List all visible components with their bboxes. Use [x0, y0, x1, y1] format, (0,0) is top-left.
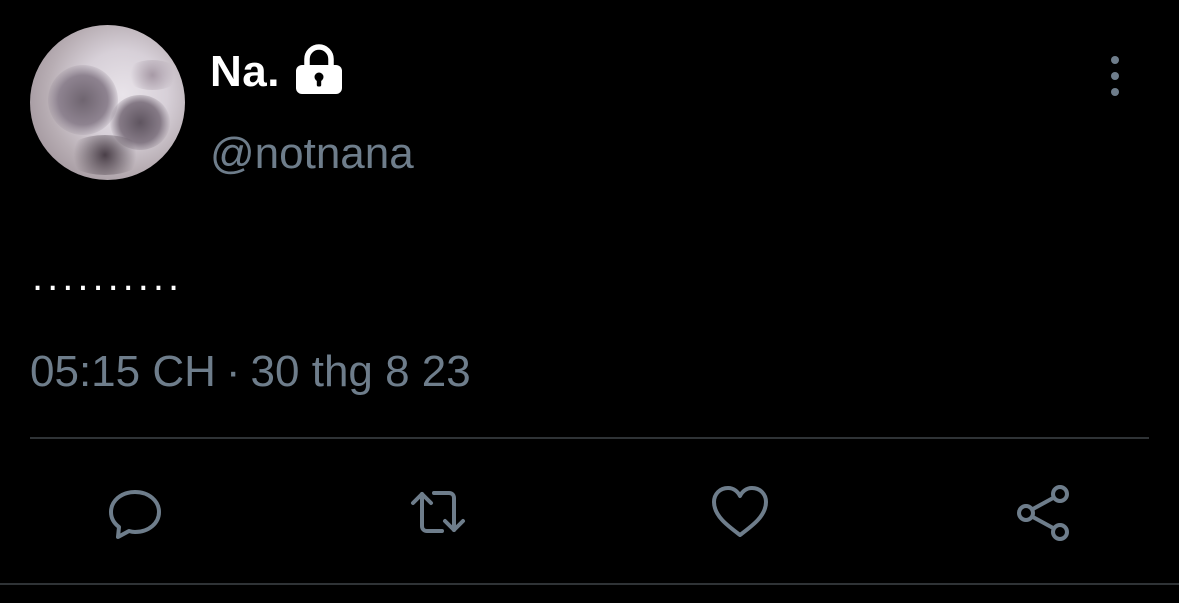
- divider: [0, 583, 1179, 585]
- author-name-row[interactable]: Na.: [210, 42, 344, 102]
- timestamp-date: 30 thg 8 23: [250, 347, 471, 396]
- more-vertical-icon: [1111, 88, 1119, 96]
- like-icon: [712, 486, 768, 537]
- share-icon: [1017, 485, 1069, 541]
- avatar-detail: [48, 65, 118, 135]
- author-display-name[interactable]: Na.: [210, 42, 280, 102]
- tweet-text: ..........: [32, 255, 184, 299]
- divider: [30, 437, 1149, 439]
- tweet-timestamp[interactable]: 05:15 CH · 30 thg 8 23: [30, 344, 471, 400]
- avatar-detail: [65, 135, 145, 175]
- retweet-button[interactable]: [408, 482, 468, 542]
- timestamp-time: 05:15 CH: [30, 347, 216, 396]
- lock-icon: [295, 44, 342, 94]
- avatar-detail: [125, 60, 180, 90]
- like-button[interactable]: [710, 482, 770, 542]
- more-vertical-icon: [1111, 56, 1119, 64]
- author-handle[interactable]: @notnana: [210, 126, 414, 182]
- timestamp-separator: ·: [225, 347, 241, 396]
- avatar[interactable]: [30, 25, 185, 180]
- more-options-button[interactable]: [1100, 56, 1130, 96]
- reply-icon: [109, 490, 161, 539]
- retweet-icon: [411, 491, 465, 533]
- more-vertical-icon: [1111, 72, 1119, 80]
- reply-button[interactable]: [105, 482, 165, 542]
- share-button[interactable]: [1013, 482, 1073, 542]
